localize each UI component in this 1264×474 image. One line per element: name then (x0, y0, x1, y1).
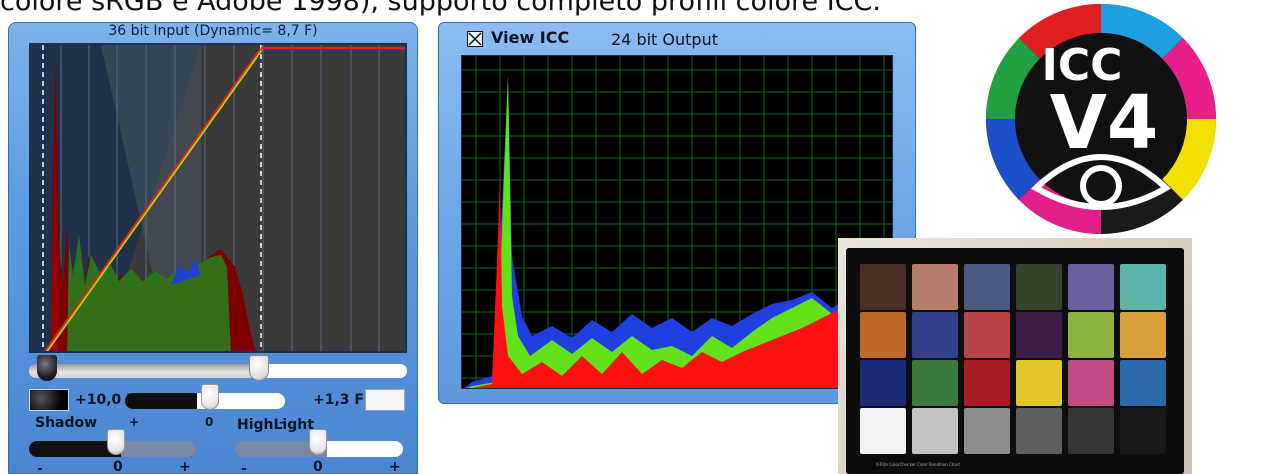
white-point-swatch (365, 389, 405, 411)
color-patch (1016, 264, 1062, 310)
color-patch (964, 360, 1010, 406)
highlight-plus-mark: + (389, 459, 401, 474)
page-caption: colore sRGB e Adobe 1998), supporto comp… (0, 0, 881, 17)
color-checker-photo: X-Rite ColorChecker Color Rendition Char… (838, 238, 1192, 474)
checkbox-x-icon (468, 32, 482, 46)
shadow-plus-mark: + (179, 459, 191, 474)
color-patch (912, 408, 958, 454)
color-patch (1068, 264, 1114, 310)
checker-footer-text: X-Rite ColorChecker Color Rendition Char… (876, 462, 961, 467)
output-bit-label: 24 bit Output (611, 30, 718, 49)
color-patch (964, 312, 1010, 358)
color-patch (860, 264, 906, 310)
view-icc-label[interactable]: View ICC (491, 28, 569, 47)
tone-curve-svg (31, 45, 405, 351)
black-white-point-slider[interactable] (29, 364, 407, 378)
color-patch (964, 264, 1010, 310)
highlight-slider-thumb[interactable] (309, 429, 327, 455)
color-patch (1120, 408, 1166, 454)
color-checker-card: X-Rite ColorChecker Color Rendition Char… (846, 248, 1184, 474)
color-patch (1016, 408, 1062, 454)
exposure-zero-mark: 0 (205, 415, 214, 429)
color-patch (1016, 360, 1062, 406)
color-patch (1068, 408, 1114, 454)
view-icc-checkbox[interactable] (467, 31, 483, 47)
color-patch (1120, 312, 1166, 358)
logo-v4-text: V4 (1050, 80, 1159, 166)
output-histogram (461, 55, 893, 389)
white-point-thumb[interactable] (249, 355, 269, 381)
white-point-value: +1,3 F (313, 392, 364, 408)
exposure-minus-mark: + (129, 415, 140, 429)
histogram-svg (462, 56, 892, 388)
color-patch (1068, 360, 1114, 406)
shadow-slider-thumb[interactable] (107, 429, 125, 455)
black-point-swatch (29, 389, 69, 411)
color-patch (912, 360, 958, 406)
black-point-thumb[interactable] (37, 355, 57, 381)
highlight-zero-mark: 0 (313, 459, 323, 474)
slider-white-range (261, 364, 407, 378)
input-panel-title: 36 bit Input (Dynamic= 8,7 F) (108, 23, 318, 39)
shadow-zero-mark: 0 (113, 459, 123, 474)
input-curve-panel: 36 bit Input (Dynamic= 8,7 F) +10,0 F +1… (8, 22, 418, 474)
color-patch (912, 312, 958, 358)
shadow-label: Shadow (35, 415, 98, 431)
shadow-minus-mark: - (37, 461, 43, 474)
exposure-slider-thumb[interactable] (201, 384, 219, 410)
color-patch (860, 408, 906, 454)
color-patch (912, 264, 958, 310)
highlight-label: HighLight (237, 417, 314, 433)
color-patch (860, 312, 906, 358)
color-patch (860, 360, 906, 406)
color-patch (1016, 312, 1062, 358)
color-patch (1068, 312, 1114, 358)
color-patch (964, 408, 1010, 454)
icc-v4-logo: ICC V4 (985, 3, 1217, 235)
color-patch (1120, 264, 1166, 310)
highlight-minus-mark: - (241, 461, 247, 474)
color-patch (1120, 360, 1166, 406)
tone-curve-graph[interactable] (29, 43, 407, 353)
